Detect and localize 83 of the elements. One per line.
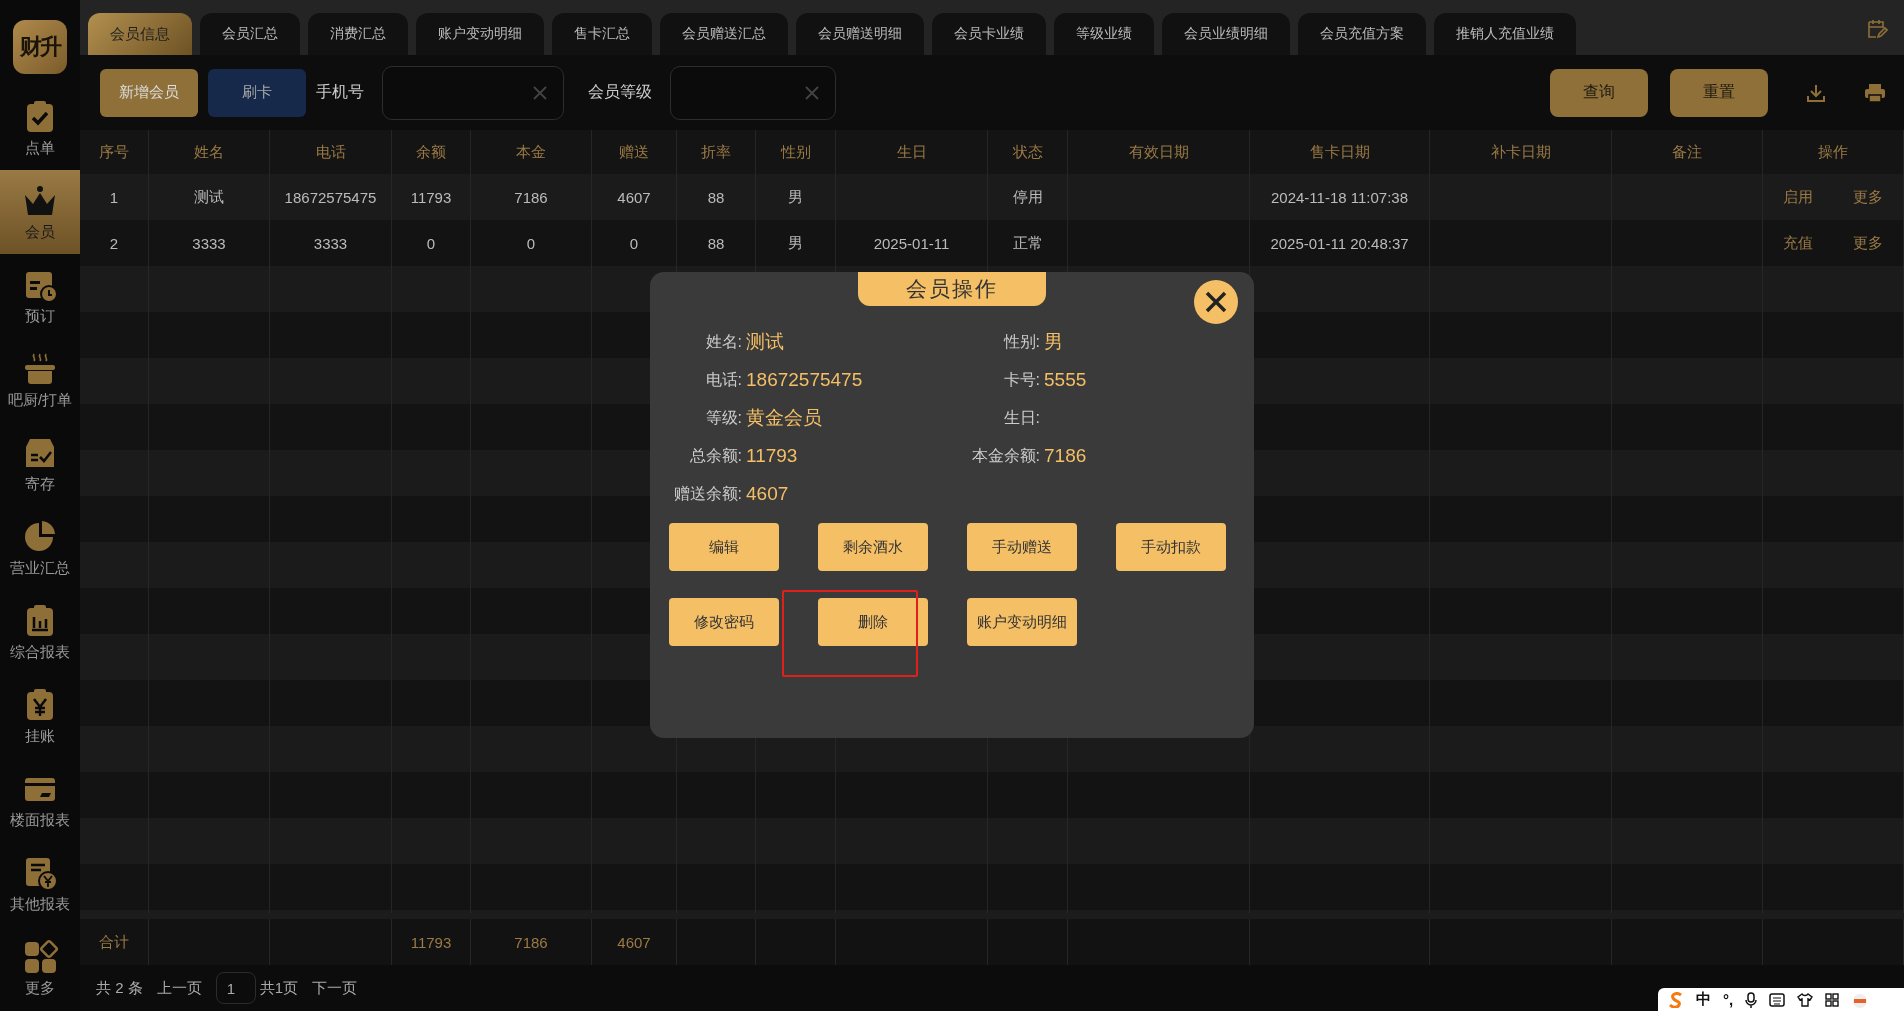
s-logo-icon[interactable] (1668, 991, 1684, 1008)
sidebar-item[interactable]: 更多 (0, 926, 80, 1010)
dialog-button[interactable]: 手动扣款 (1116, 523, 1226, 571)
info-value: 7186 (1043, 445, 1088, 467)
info-label: 等级: (704, 407, 742, 428)
info-value: 5555 (1043, 369, 1088, 391)
sidebar-item[interactable]: 预订 (0, 254, 80, 338)
record-count: 共 2 条 (96, 978, 143, 998)
dialog-button[interactable]: 修改密码 (669, 598, 779, 646)
dialog-button[interactable]: 删除 (818, 598, 928, 646)
close-icon (1205, 291, 1227, 313)
input-field[interactable] (670, 65, 836, 120)
sidebar-item[interactable]: 营业汇总 (0, 506, 80, 590)
tab[interactable]: 账户变动明细 (416, 13, 544, 55)
print-icon[interactable] (1864, 82, 1886, 103)
total-cell: 7186 (471, 919, 592, 965)
grid-icon (22, 938, 58, 975)
row-action-link[interactable]: 更多 (1853, 233, 1883, 253)
toolbar-button[interactable]: 刷卡 (208, 68, 306, 117)
page-total: 共1页 (259, 978, 299, 998)
app-logo: 财升 (13, 20, 67, 74)
sidebar-item[interactable]: 综合报表 (0, 590, 80, 674)
dialog-button[interactable]: 剩余酒水 (818, 523, 928, 571)
dialog-button[interactable]: 手动赠送 (967, 523, 1077, 571)
row-action-link[interactable]: 启用 (1783, 187, 1813, 207)
sidebar-item[interactable]: 其他报表 (0, 842, 80, 926)
ime-toggle[interactable]: °, (1723, 991, 1734, 1008)
toolbar-button[interactable]: 重置 (1670, 68, 1768, 117)
microphone-icon[interactable] (1745, 991, 1758, 1008)
ime-toggle[interactable]: 中 (1696, 990, 1711, 1009)
prev-page-link[interactable]: 上一页 (156, 978, 202, 998)
info-value: 11793 (745, 445, 799, 467)
total-cell: 4607 (592, 919, 677, 965)
row-action-link[interactable]: 更多 (1853, 187, 1883, 207)
info-label: 生日: (1002, 407, 1040, 428)
mascot-icon[interactable] (1851, 991, 1870, 1008)
input-field[interactable] (382, 65, 564, 120)
dialog-button[interactable]: 编辑 (669, 523, 779, 571)
dialog-title: 会员操作 (858, 272, 1046, 306)
next-page-link[interactable]: 下一页 (312, 978, 358, 998)
close-button[interactable] (1194, 280, 1238, 324)
tab[interactable]: 会员业绩明细 (1162, 13, 1290, 55)
info-label: 姓名: (704, 331, 742, 352)
total-cell: 11793 (392, 919, 471, 965)
tab[interactable]: 会员信息 (88, 13, 192, 55)
tab[interactable]: 会员赠送明细 (796, 13, 924, 55)
info-label: 总余额: (688, 445, 742, 466)
sidebar-item[interactable]: 吧厨/打单 (0, 338, 80, 422)
tab[interactable]: 推销人充值业绩 (1434, 13, 1576, 55)
tab[interactable]: 售卡汇总 (552, 13, 652, 55)
info-value: 4607 (745, 483, 790, 505)
tab[interactable]: 会员卡业绩 (932, 13, 1046, 55)
keyboard-icon[interactable] (1769, 992, 1786, 1007)
dialog-button[interactable]: 账户变动明细 (967, 598, 1077, 646)
total-cell: 合计 (80, 919, 149, 965)
row-action-link[interactable]: 充值 (1783, 233, 1813, 253)
info-label: 性别: (1002, 331, 1040, 352)
sidebar-item[interactable]: 寄存 (0, 422, 80, 506)
sidebar-item[interactable]: 楼面报表 (0, 758, 80, 842)
download-icon[interactable] (1806, 82, 1826, 103)
info-value: 黄金会员 (745, 406, 823, 430)
tab[interactable]: 消费汇总 (308, 13, 408, 55)
tab[interactable]: 等级业绩 (1054, 13, 1154, 55)
grid-icon[interactable] (1825, 992, 1840, 1007)
info-value: 18672575475 (745, 369, 864, 391)
page-input[interactable]: 1 (215, 972, 256, 1004)
info-value: 男 (1043, 330, 1064, 354)
sidebar-item[interactable]: 点单 (0, 86, 80, 170)
sidebar-item[interactable]: 挂账 (0, 674, 80, 758)
tab[interactable]: 会员赠送汇总 (660, 13, 788, 55)
info-label: 本金余额: (970, 445, 1040, 466)
info-label: 电话: (704, 369, 742, 390)
toolbar-button[interactable]: 新增会员 (100, 68, 198, 117)
field-label: 手机号 (316, 82, 364, 102)
tab[interactable]: 会员汇总 (200, 13, 300, 55)
info-label: 赠送余额: (672, 483, 742, 504)
field-label: 会员等级 (588, 82, 652, 102)
info-label: 卡号: (1002, 369, 1040, 390)
shirt-icon[interactable] (1797, 992, 1814, 1007)
info-value: 测试 (745, 330, 785, 354)
calendar-edit-icon[interactable] (1866, 18, 1888, 40)
toolbar-button[interactable]: 查询 (1550, 68, 1648, 117)
tab[interactable]: 会员充值方案 (1298, 13, 1426, 55)
